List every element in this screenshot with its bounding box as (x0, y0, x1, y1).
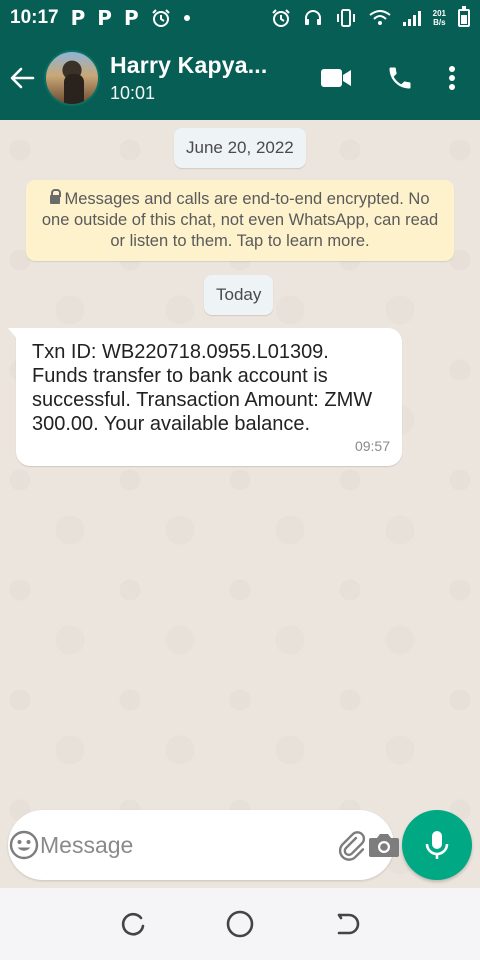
voice-record-button[interactable] (402, 810, 472, 880)
message-bubble[interactable]: Txn ID: WB220718.0955.L01309. Funds tran… (8, 328, 402, 466)
vibrate-icon (336, 9, 355, 27)
wifi-icon (369, 10, 391, 25)
video-call-icon (321, 69, 351, 87)
more-vert-icon (449, 66, 455, 90)
alarm-icon (271, 9, 290, 27)
home-icon (226, 910, 254, 938)
microphone-icon (425, 831, 449, 859)
network-speed-unit: B/s (433, 18, 446, 27)
emoji-icon (9, 830, 39, 860)
recents-icon (122, 912, 145, 936)
recents-button[interactable] (113, 904, 153, 944)
attach-button[interactable] (336, 810, 368, 880)
avatar[interactable] (44, 50, 100, 106)
chat-header: Harry Kapya... 10:01 (0, 36, 480, 120)
date-chip: June 20, 2022 (174, 128, 306, 168)
alarm-icon (151, 9, 170, 27)
contact-info[interactable]: Harry Kapya... 10:01 (110, 52, 268, 104)
camera-button[interactable] (368, 810, 400, 880)
notification-p-icon: P (70, 6, 86, 30)
emoji-button[interactable] (8, 810, 40, 880)
status-notification-icons: P P P (71, 6, 191, 30)
notification-p-icon: P (123, 6, 139, 30)
lock-icon (50, 189, 62, 204)
back-nav-button[interactable] (327, 904, 367, 944)
battery-icon (458, 6, 470, 27)
network-speed: 201 B/s (433, 9, 446, 27)
composer (8, 810, 399, 880)
header-actions (304, 36, 480, 120)
date-chip: Today (204, 275, 274, 315)
contact-name: Harry Kapya... (110, 52, 268, 78)
encryption-notice-text: Messages and calls are end-to-end encryp… (41, 190, 439, 250)
message-input[interactable] (40, 825, 336, 865)
video-call-button[interactable] (304, 36, 368, 120)
status-system-icons: 201 B/s (271, 6, 470, 28)
headset-icon (304, 10, 321, 25)
message-text: Txn ID: WB220718.0955.L01309. Funds tran… (32, 341, 373, 435)
signal-icon (402, 10, 421, 26)
encryption-notice[interactable]: Messages and calls are end-to-end encryp… (26, 180, 454, 261)
status-time: 10:17 (10, 7, 59, 28)
home-button[interactable] (220, 904, 260, 944)
paperclip-icon (338, 831, 366, 861)
network-speed-value: 201 (432, 9, 446, 18)
status-bar: 10:17 P P P 201 B/s (0, 0, 480, 36)
notification-p-icon: P (97, 6, 112, 30)
message-time: 09:57 (354, 438, 390, 454)
last-seen: 10:01 (110, 83, 156, 103)
back-nav-icon (337, 913, 359, 935)
system-nav-bar (0, 888, 480, 960)
phone-icon (389, 67, 411, 89)
dot-icon (183, 15, 190, 21)
voice-call-button[interactable] (368, 36, 432, 120)
back-arrow-icon (10, 67, 35, 89)
more-options-button[interactable] (432, 36, 472, 120)
camera-icon (369, 834, 399, 857)
back-button[interactable] (2, 36, 42, 120)
